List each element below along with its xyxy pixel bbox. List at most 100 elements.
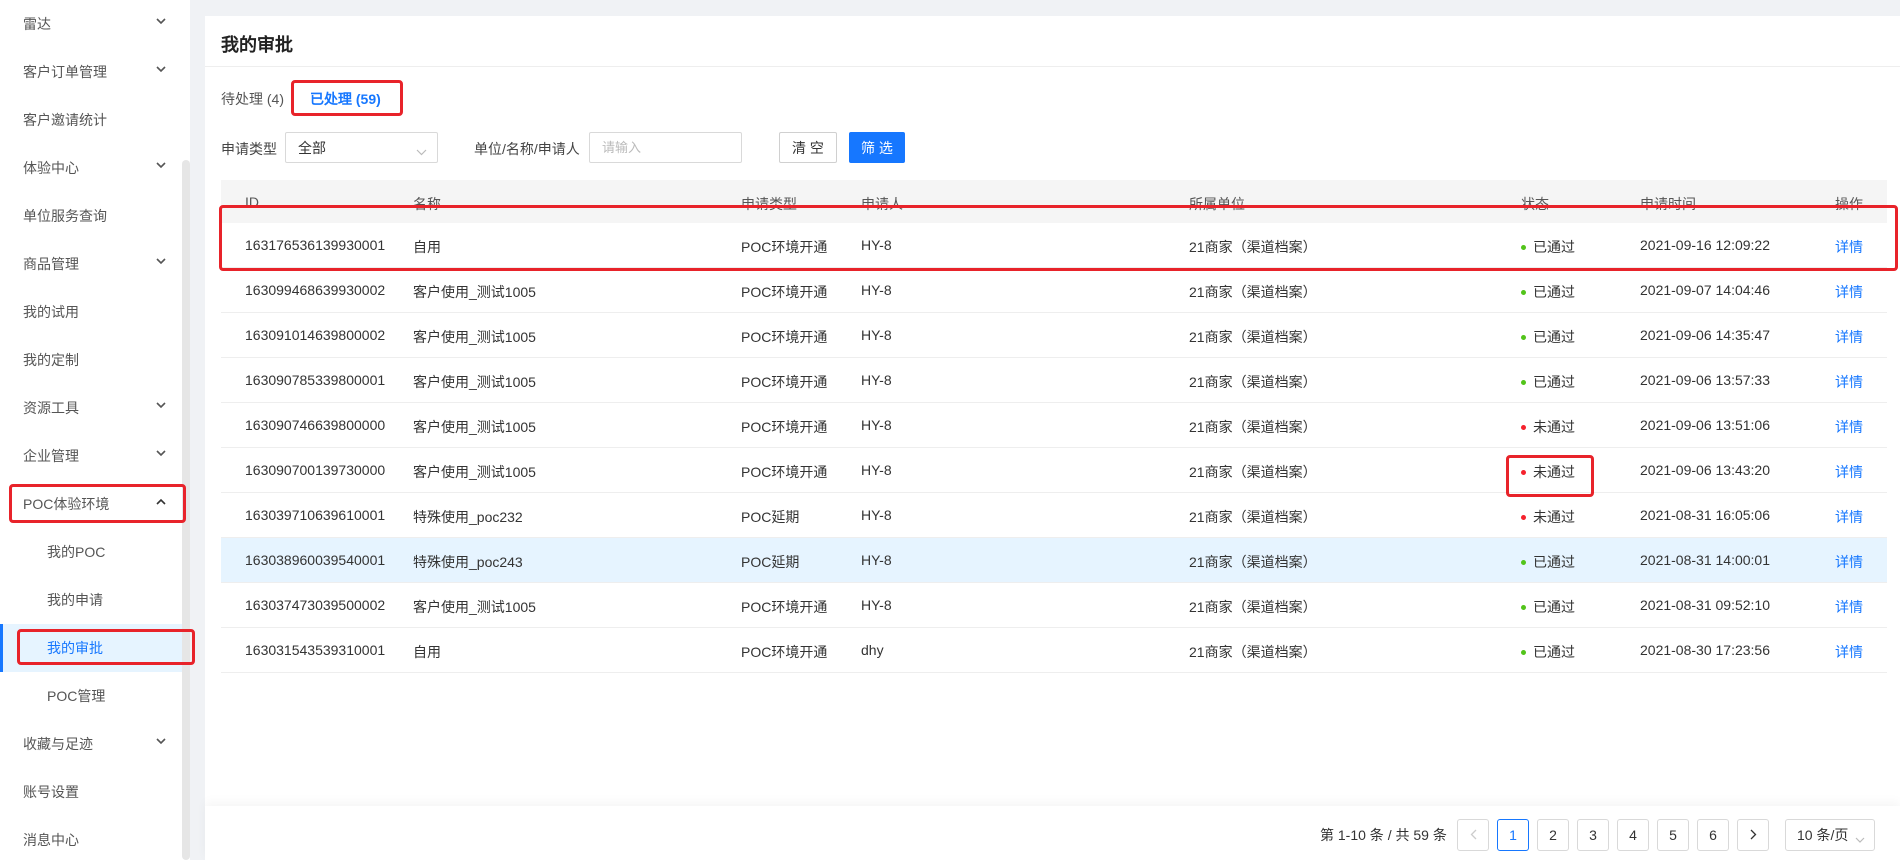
detail-link[interactable]: 详情	[1835, 597, 1863, 617]
cell-time: 2021-08-30 17:23:56	[1640, 642, 1770, 658]
sidebar-item[interactable]: 收藏与足迹	[0, 720, 182, 768]
page-button[interactable]: 5	[1657, 819, 1689, 851]
table-row[interactable]: 163039710639610001 特殊使用_poc232 POC延期 HY-8 21…	[221, 493, 1887, 538]
detail-link[interactable]: 详情	[1835, 507, 1863, 527]
prev-page-button[interactable]	[1457, 819, 1489, 851]
page-button[interactable]: 1	[1497, 819, 1529, 851]
chevron-down-icon	[156, 162, 166, 172]
filter-button[interactable]: 筛 选	[849, 132, 905, 163]
sidebar-item[interactable]: 商品管理	[0, 240, 182, 288]
cell-id: 163091014639800002	[245, 327, 386, 343]
sidebar-item[interactable]: 客户邀请统计	[0, 96, 182, 144]
column-header: 申请类型	[741, 196, 797, 212]
column-header: 状态	[1521, 196, 1549, 212]
table-row[interactable]: 163090785339800001 客户使用_测试1005 POC环境开通 HY-8…	[221, 358, 1887, 403]
cell-applicant: HY-8	[861, 507, 892, 523]
sidebar-item-label: 客户邀请统计	[23, 112, 107, 128]
cell-unit: 21商家（渠道档案）	[1189, 329, 1317, 345]
status-dot-icon	[1521, 334, 1526, 340]
sidebar-item[interactable]: 单位服务查询	[0, 192, 182, 240]
table-row[interactable]: 163037473039500002 客户使用_测试1005 POC环境开通 HY-8…	[221, 583, 1887, 628]
status-text: 未通过	[1533, 509, 1575, 525]
sidebar-item[interactable]: 我的试用	[0, 288, 182, 336]
sidebar-item[interactable]: POC管理	[0, 672, 182, 720]
page-button[interactable]: 4	[1617, 819, 1649, 851]
sidebar-item[interactable]: 消息中心	[0, 816, 182, 860]
status-cell: 未通过	[1521, 507, 1575, 527]
table-header: ID 名称 申请类型 申请人 所属单位 状态 申请时间 操作	[221, 180, 1887, 223]
table-row[interactable]: 163091014639800002 客户使用_测试1005 POC环境开通 HY-8…	[221, 313, 1887, 358]
cell-name: 自用	[413, 239, 441, 255]
cell-id: 163090746639800000	[245, 417, 386, 433]
cell-name: 客户使用_测试1005	[413, 419, 536, 435]
sidebar-item[interactable]: 客户订单管理	[0, 48, 182, 96]
status-dot-icon	[1521, 424, 1526, 430]
search-label: 单位/名称/申请人	[474, 141, 580, 157]
sidebar-item[interactable]: 雷达	[0, 0, 182, 48]
page-button[interactable]: 2	[1537, 819, 1569, 851]
table-row[interactable]: 163038960039540001 特殊使用_poc243 POC延期 HY-8 21…	[221, 538, 1887, 583]
apply-type-select[interactable]: 全部	[285, 132, 438, 163]
sidebar-item-label: 我的定制	[23, 352, 79, 368]
detail-link[interactable]: 详情	[1835, 327, 1863, 347]
cell-id: 163037473039500002	[245, 597, 386, 613]
cell-type: POC环境开通	[741, 419, 828, 435]
table-row[interactable]: 163031543539310001 自用 POC环境开通 dhy 21商家（渠道档案）…	[221, 628, 1887, 673]
table-row[interactable]: 163090700139730000 客户使用_测试1005 POC环境开通 HY-8…	[221, 448, 1887, 493]
sidebar-item[interactable]: 我的申请	[0, 576, 182, 624]
cell-unit: 21商家（渠道档案）	[1189, 239, 1317, 255]
cell-applicant: HY-8	[861, 237, 892, 253]
title-divider	[205, 66, 1900, 67]
cell-unit: 21商家（渠道档案）	[1189, 509, 1317, 525]
detail-link[interactable]: 详情	[1835, 417, 1863, 437]
tab-pending[interactable]: 待处理 (4)	[221, 89, 284, 109]
sidebar-item-label: POC管理	[47, 688, 106, 704]
cell-id: 163099468639930002	[245, 282, 386, 298]
cell-time: 2021-09-07 14:04:46	[1640, 282, 1770, 298]
cell-id: 163031543539310001	[245, 642, 386, 658]
sidebar-item[interactable]: 资源工具	[0, 384, 182, 432]
detail-link[interactable]: 详情	[1835, 237, 1863, 257]
detail-link[interactable]: 详情	[1835, 282, 1863, 302]
table-row[interactable]: 163099468639930002 客户使用_测试1005 POC环境开通 HY-8…	[221, 268, 1887, 313]
chevron-right-icon	[1750, 827, 1757, 843]
detail-link[interactable]: 详情	[1835, 552, 1863, 572]
cell-id: 163176536139930001	[245, 237, 386, 253]
apply-type-value: 全部	[298, 139, 326, 156]
sidebar-item-label: 我的试用	[23, 304, 79, 320]
page-button[interactable]: 6	[1697, 819, 1729, 851]
sidebar-scrollbar[interactable]	[182, 160, 190, 860]
cell-applicant: HY-8	[861, 372, 892, 388]
status-text: 未通过	[1533, 464, 1575, 480]
sidebar-item[interactable]: 我的定制	[0, 336, 182, 384]
sidebar-item[interactable]: 账号设置	[0, 768, 182, 816]
detail-link[interactable]: 详情	[1835, 462, 1863, 482]
cell-applicant: HY-8	[861, 552, 892, 568]
tab-done[interactable]: 已处理 (59)	[310, 89, 381, 109]
sidebar-item-label: 客户订单管理	[23, 64, 107, 80]
sidebar-item[interactable]: 体验中心	[0, 144, 182, 192]
page-title: 我的审批	[221, 35, 293, 55]
cell-name: 特殊使用_poc232	[413, 509, 523, 525]
sidebar-item[interactable]: 企业管理	[0, 432, 182, 480]
table-row[interactable]: 163090746639800000 客户使用_测试1005 POC环境开通 HY-8…	[221, 403, 1887, 448]
pagination-total: 第 1-10 条 / 共 59 条	[1320, 827, 1447, 843]
table-row[interactable]: 163176536139930001 自用 POC环境开通 HY-8 21商家（渠道档案…	[221, 223, 1887, 268]
detail-link[interactable]: 详情	[1835, 642, 1863, 662]
page-button[interactable]: 3	[1577, 819, 1609, 851]
detail-link[interactable]: 详情	[1835, 372, 1863, 392]
chevron-down-icon	[156, 18, 166, 28]
next-page-button[interactable]	[1737, 819, 1769, 851]
page-size-select[interactable]: 10 条/页	[1785, 819, 1875, 851]
cell-time: 2021-08-31 16:05:06	[1640, 507, 1770, 523]
clear-button[interactable]: 清 空	[779, 132, 837, 163]
sidebar-item[interactable]: 我的审批	[0, 624, 182, 672]
cell-applicant: HY-8	[861, 282, 892, 298]
chevron-down-icon	[156, 738, 166, 748]
status-cell: 未通过	[1521, 462, 1575, 482]
sidebar-item[interactable]: 我的POC	[0, 528, 182, 576]
sidebar-item[interactable]: POC体验环境	[0, 480, 182, 528]
status-dot-icon	[1521, 379, 1526, 385]
cell-unit: 21商家（渠道档案）	[1189, 374, 1317, 390]
search-input[interactable]	[589, 132, 742, 163]
